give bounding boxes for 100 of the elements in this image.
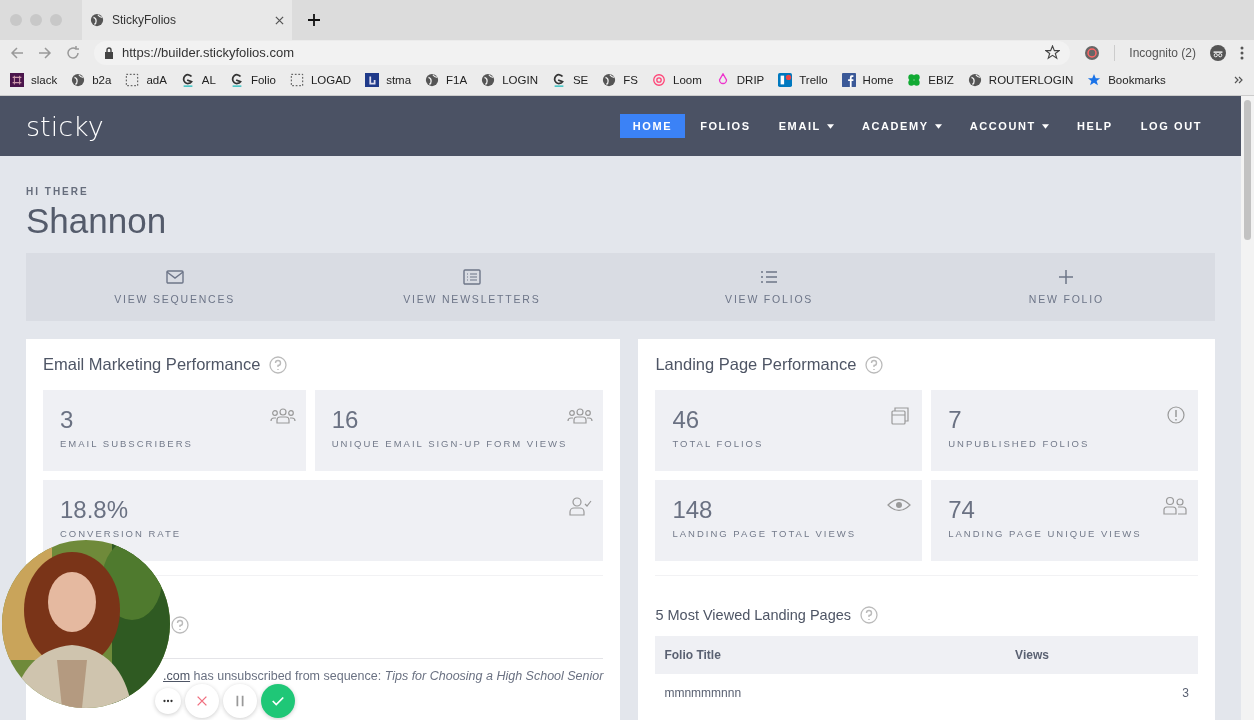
- more-bookmarks-icon[interactable]: [1234, 75, 1244, 85]
- dashed-bookmark-icon: [125, 73, 140, 87]
- group-icon: [269, 406, 296, 426]
- nav-link[interactable]: HOME: [619, 114, 686, 138]
- greeting-label: HI THERE: [26, 186, 90, 197]
- bookmark[interactable]: Folio: [229, 73, 276, 87]
- back-icon[interactable]: [10, 45, 24, 60]
- square-bookmark-icon: [365, 73, 380, 87]
- extension-icon[interactable]: [1084, 44, 1101, 61]
- clover-bookmark-icon: [907, 73, 922, 87]
- globe-bookmark-icon: [481, 73, 496, 87]
- section-title: 5 Most Viewed Landing Pages: [655, 607, 852, 623]
- help-icon[interactable]: [860, 606, 879, 624]
- nav-link[interactable]: ACCOUNT: [956, 114, 1062, 138]
- nav-link[interactable]: ACADEMY: [848, 114, 955, 138]
- panel-title: Email Marketing Performance: [43, 355, 261, 374]
- column-header: Folio Title: [655, 636, 1007, 674]
- list-icon: [759, 269, 780, 285]
- address-bar[interactable]: https://builder.stickyfolios.com: [94, 40, 1071, 65]
- table-cell: 3: [1006, 674, 1198, 704]
- reload-icon[interactable]: [66, 45, 80, 60]
- quick-action-link[interactable]: VIEW NEWSLETTERS: [323, 253, 621, 321]
- bookmark[interactable]: EBIZ: [907, 73, 954, 87]
- bookmark[interactable]: AL: [180, 73, 216, 87]
- bookmark-star-icon[interactable]: [1045, 45, 1061, 60]
- bookmark[interactable]: Trello: [778, 73, 828, 87]
- bookmark[interactable]: LOGIN: [481, 73, 538, 87]
- close-icon[interactable]: [275, 15, 284, 25]
- dashed-bookmark-icon: [289, 73, 304, 87]
- check-icon: [271, 694, 285, 708]
- scrollbar[interactable]: [1241, 96, 1254, 720]
- nav-link[interactable]: FOLIOS: [687, 114, 764, 138]
- quick-action-link[interactable]: VIEW FOLIOS: [620, 253, 918, 321]
- folio-bookmark-icon: [180, 73, 195, 87]
- globe-bookmark-icon: [602, 73, 617, 87]
- stat-label: LANDING PAGE TOTAL VIEWS: [672, 528, 857, 539]
- bookmark[interactable]: b2a: [71, 73, 112, 87]
- stat-label: UNPUBLISHED FOLIOS: [948, 438, 1090, 449]
- close-icon: [195, 694, 209, 708]
- stat-value: 18.8%: [60, 496, 130, 524]
- nav-link[interactable]: HELP: [1063, 114, 1126, 138]
- bookmark[interactable]: F1A: [425, 73, 468, 87]
- bookmark[interactable]: adA: [125, 73, 167, 87]
- stat-value: 3: [60, 406, 75, 434]
- stat-value: 16: [331, 406, 360, 434]
- bookmark[interactable]: DRIP: [715, 73, 765, 87]
- folio-bookmark-icon: [551, 73, 566, 87]
- stat-label: UNIQUE EMAIL SIGN-UP FORM VIEWS: [331, 438, 568, 449]
- nav-link[interactable]: LOG OUT: [1127, 114, 1215, 138]
- bookmark[interactable]: stma: [365, 73, 412, 87]
- stat-value: 46: [672, 406, 701, 434]
- globe-bookmark-icon: [967, 73, 982, 87]
- bookmark[interactable]: Loom: [652, 73, 702, 87]
- quick-action-link[interactable]: VIEW SEQUENCES: [26, 253, 324, 321]
- help-icon[interactable]: [269, 355, 288, 374]
- column-header: Views: [1006, 636, 1198, 674]
- globe-bookmark-icon: [71, 73, 86, 87]
- nav-link[interactable]: EMAIL: [765, 114, 847, 138]
- envelope-icon: [164, 269, 185, 285]
- incognito-icon[interactable]: [1210, 44, 1226, 61]
- help-icon[interactable]: [865, 355, 884, 374]
- bookmark[interactable]: ROUTERLOGIN: [967, 73, 1074, 87]
- stat-label: EMAIL SUBSCRIBERS: [60, 438, 193, 449]
- bookmark[interactable]: Home: [841, 73, 894, 87]
- stat-label: CONVERSION RATE: [60, 528, 182, 539]
- slack-bookmark-icon: [10, 73, 24, 87]
- forward-icon[interactable]: [38, 45, 52, 60]
- globe-bookmark-icon: [425, 73, 440, 87]
- bookmark[interactable]: slack: [10, 73, 58, 87]
- new-tab-icon[interactable]: [308, 14, 320, 26]
- brand-logo[interactable]: sticky: [26, 110, 104, 142]
- bookmark[interactable]: LOGAD: [289, 73, 352, 87]
- loom-bookmark-icon: [652, 73, 666, 87]
- help-icon[interactable]: [171, 616, 189, 634]
- facebook-bookmark-icon: [841, 73, 856, 87]
- browser-tab[interactable]: StickyFolios: [82, 0, 292, 40]
- subscriber-link[interactable]: .com: [163, 669, 191, 683]
- panel-title: Landing Page Performance: [655, 355, 857, 374]
- bookmark[interactable]: Bookmarks: [1087, 73, 1166, 87]
- stat-label: TOTAL FOLIOS: [672, 438, 764, 449]
- bookmark[interactable]: SE: [551, 73, 589, 87]
- user-name: Shannon: [26, 201, 168, 241]
- star-bookmark-icon: [1087, 73, 1102, 87]
- lock-icon: [104, 46, 114, 59]
- bookmark[interactable]: FS: [602, 73, 638, 87]
- trello-bookmark-icon: [778, 73, 793, 87]
- quick-action-link[interactable]: NEW FOLIO: [917, 253, 1215, 321]
- stat-value: 148: [672, 496, 714, 524]
- users-icon: [1162, 496, 1188, 516]
- profile-label[interactable]: Incognito (2): [1129, 45, 1196, 60]
- folio-bookmark-icon: [229, 73, 244, 87]
- menu-icon[interactable]: [1240, 45, 1244, 60]
- table-cell: mmnmmmnnn: [655, 674, 1007, 704]
- stat-value: 74: [948, 496, 976, 524]
- user-check-icon: [567, 496, 594, 516]
- stat-label: LANDING PAGE UNIQUE VIEWS: [948, 528, 1142, 539]
- globe-icon: [90, 13, 104, 27]
- stat-value: 7: [948, 406, 963, 434]
- newsletter-icon: [461, 269, 482, 285]
- group-icon: [567, 406, 594, 426]
